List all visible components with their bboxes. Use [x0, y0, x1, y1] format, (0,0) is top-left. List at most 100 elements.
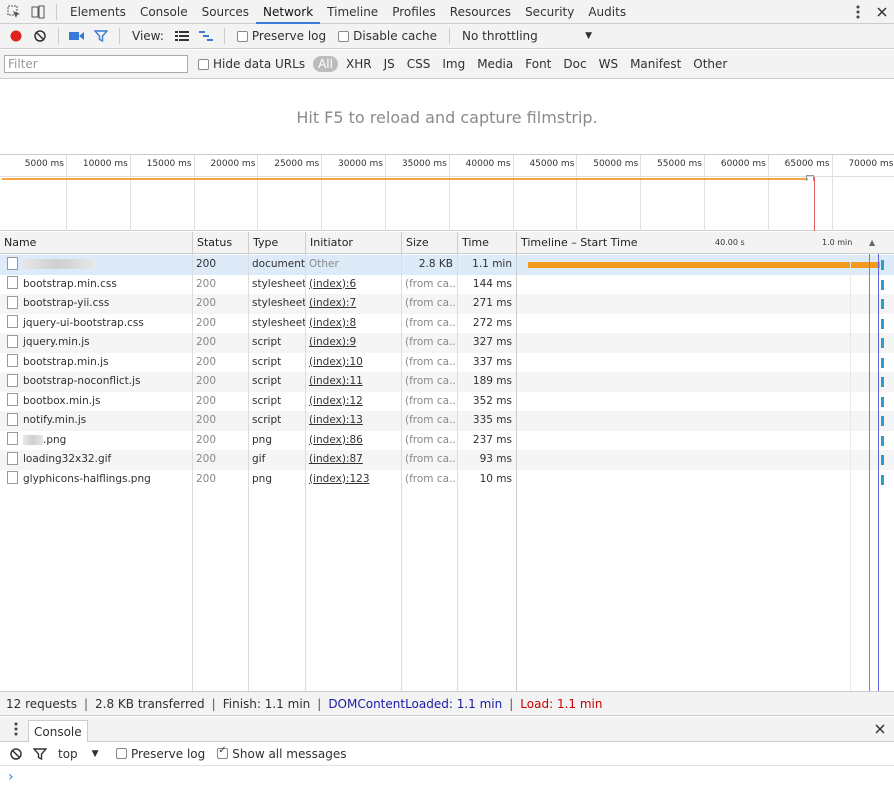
- cell-initiator[interactable]: (index):12: [305, 392, 401, 412]
- filter-type-manifest[interactable]: Manifest: [626, 56, 685, 72]
- request-status: 200: [196, 453, 217, 465]
- checkbox-icon[interactable]: [116, 748, 127, 759]
- filter-type-img[interactable]: Img: [438, 56, 469, 72]
- cell-initiator[interactable]: (index):87: [305, 450, 401, 470]
- clear-icon[interactable]: [28, 24, 52, 48]
- cell-initiator[interactable]: (index):9: [305, 333, 401, 353]
- table-row[interactable]: 200 document Other 2.8 KB 1.1 min: [0, 255, 894, 275]
- overview-tick-label: 5000 ms: [24, 159, 64, 169]
- more-menu-icon[interactable]: [846, 0, 870, 24]
- filter-type-css[interactable]: CSS: [403, 56, 435, 72]
- domcontentloaded-line: [878, 254, 879, 691]
- column-time[interactable]: Time: [457, 232, 516, 254]
- context-select[interactable]: top ▼: [58, 746, 99, 761]
- cell-initiator[interactable]: (index):8: [305, 314, 401, 334]
- request-time: 93 ms: [479, 453, 512, 465]
- checkbox-icon[interactable]: [198, 58, 209, 70]
- cell-initiator[interactable]: (index):13: [305, 411, 401, 431]
- table-row[interactable]: .png 200 png (index):86 (from ca... 237 ms: [0, 431, 894, 451]
- table-row[interactable]: jquery-ui-bootstrap.css 200 stylesheet (ind…: [0, 314, 894, 334]
- table-row[interactable]: bootbox.min.js 200 script (index):12 (from c…: [0, 392, 894, 412]
- filter-type-other[interactable]: Other: [689, 56, 731, 72]
- filter-type-js[interactable]: JS: [380, 56, 399, 72]
- tab-sources[interactable]: Sources: [195, 0, 256, 24]
- inspect-element-icon[interactable]: [2, 0, 26, 24]
- tab-timeline[interactable]: Timeline: [320, 0, 385, 24]
- disable-cache-checkbox[interactable]: Disable cache: [338, 29, 437, 43]
- throttling-value: No throttling: [462, 29, 538, 43]
- cell-name: glyphicons-halflings.png: [0, 470, 192, 490]
- cell-status: 200: [192, 333, 248, 353]
- large-rows-icon[interactable]: [170, 24, 194, 48]
- cell-initiator[interactable]: (index):11: [305, 372, 401, 392]
- column-type[interactable]: Type: [248, 232, 305, 254]
- hide-data-urls-checkbox[interactable]: Hide data URLs: [198, 57, 305, 71]
- show-all-messages-checkbox[interactable]: Show all messages: [217, 745, 346, 761]
- cell-initiator[interactable]: (index):7: [305, 294, 401, 314]
- column-status[interactable]: Status: [192, 232, 248, 254]
- context-value: top: [58, 746, 78, 761]
- cell-type: gif: [248, 450, 305, 470]
- table-row[interactable]: bootstrap.min.js 200 script (index):10 (from…: [0, 353, 894, 373]
- request-initiator: (index):86: [309, 433, 363, 446]
- filter-input[interactable]: [4, 55, 188, 73]
- column-timeline[interactable]: Timeline – Start Time 40.00 s 1.0 min ▲: [516, 232, 894, 254]
- table-row[interactable]: glyphicons-halflings.png 200 png (index):12…: [0, 470, 894, 490]
- cell-name: jquery-ui-bootstrap.css: [0, 314, 192, 334]
- tab-resources[interactable]: Resources: [443, 0, 518, 24]
- separator: |: [509, 696, 514, 711]
- filter-type-media[interactable]: Media: [473, 56, 517, 72]
- close-drawer-icon[interactable]: [868, 717, 892, 741]
- cell-initiator[interactable]: (index):10: [305, 353, 401, 373]
- table-row[interactable]: bootstrap.min.css 200 stylesheet (index):6 (…: [0, 275, 894, 295]
- cell-name: bootstrap-yii.css: [0, 294, 192, 314]
- preserve-log-checkbox[interactable]: Preserve log: [236, 29, 326, 43]
- cell-name: bootbox.min.js: [0, 392, 192, 412]
- overview-icon[interactable]: [194, 24, 218, 48]
- request-name: .png: [43, 433, 67, 446]
- filter-type-xhr[interactable]: XHR: [342, 56, 376, 72]
- throttling-select[interactable]: No throttling ▼: [462, 29, 592, 43]
- tab-network[interactable]: Network: [256, 0, 321, 24]
- table-row[interactable]: jquery.min.js 200 script (index):9 (from ca.…: [0, 333, 894, 353]
- record-icon[interactable]: [4, 24, 28, 48]
- column-name[interactable]: Name: [0, 232, 192, 254]
- hide-data-urls-label: Hide data URLs: [213, 57, 306, 71]
- cell-initiator[interactable]: (index):123: [305, 470, 401, 490]
- tab-audits[interactable]: Audits: [581, 0, 633, 24]
- table-row[interactable]: bootstrap-noconflict.js 200 script (index):…: [0, 372, 894, 392]
- tab-console[interactable]: Console: [133, 0, 195, 24]
- tab-profiles[interactable]: Profiles: [385, 0, 443, 24]
- clear-console-icon[interactable]: [4, 742, 28, 766]
- tab-security[interactable]: Security: [518, 0, 581, 24]
- console-filter-icon[interactable]: [28, 742, 52, 766]
- checkbox-icon[interactable]: [236, 30, 248, 42]
- filter-type-doc[interactable]: Doc: [559, 56, 590, 72]
- filter-type-ws[interactable]: WS: [595, 56, 622, 72]
- table-row[interactable]: notify.min.js 200 script (index):13 (from ca…: [0, 411, 894, 431]
- cell-initiator[interactable]: (index):86: [305, 431, 401, 451]
- filter-type-font[interactable]: Font: [521, 56, 555, 72]
- console-prompt[interactable]: ›: [0, 766, 894, 788]
- capture-screenshots-icon[interactable]: [65, 24, 89, 48]
- table-row[interactable]: loading32x32.gif 200 gif (index):87 (from ca…: [0, 450, 894, 470]
- cell-initiator[interactable]: (index):6: [305, 275, 401, 295]
- checkbox-checked-icon[interactable]: [217, 745, 229, 759]
- network-overview[interactable]: 5000 ms 10000 ms 15000 ms 20000 ms 25000 ms 3…: [0, 155, 894, 231]
- drawer-menu-icon[interactable]: [4, 717, 28, 741]
- overview-tick-label: 55000 ms: [657, 159, 702, 169]
- tab-elements[interactable]: Elements: [63, 0, 133, 24]
- column-size[interactable]: Size: [401, 232, 457, 254]
- filter-type-all[interactable]: All: [313, 56, 338, 72]
- column-divider: [401, 254, 402, 691]
- tab-console-drawer[interactable]: Console: [28, 719, 88, 742]
- table-row[interactable]: bootstrap-yii.css 200 stylesheet (index):7 (…: [0, 294, 894, 314]
- overview-tick: 65000 ms: [785, 155, 833, 231]
- overview-tick: 5000 ms: [25, 155, 67, 231]
- filter-icon[interactable]: [89, 24, 113, 48]
- checkbox-icon[interactable]: [338, 30, 350, 42]
- device-mode-icon[interactable]: [26, 0, 50, 24]
- console-preserve-log-checkbox[interactable]: Preserve log: [116, 747, 205, 761]
- close-devtools-icon[interactable]: [870, 0, 894, 24]
- column-initiator[interactable]: Initiator: [305, 232, 401, 254]
